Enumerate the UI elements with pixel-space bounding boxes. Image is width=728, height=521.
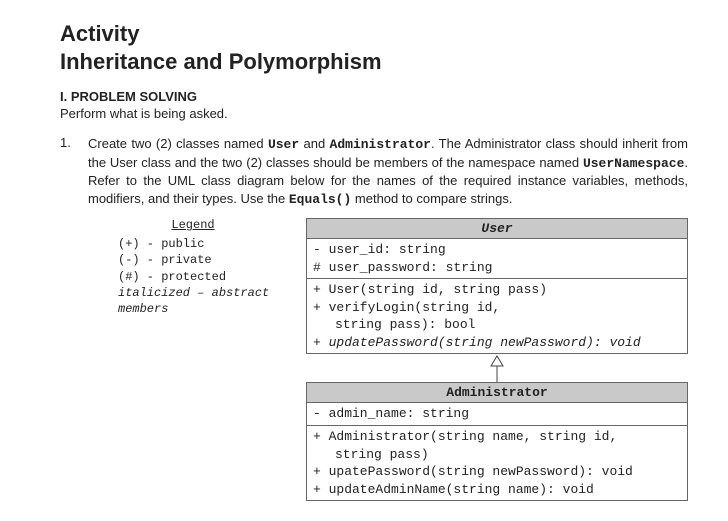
uml-column: User - user_id: string # user_password: … xyxy=(306,218,688,501)
uml-op: + User(string id, string pass) xyxy=(313,281,681,299)
text: method to compare strings. xyxy=(351,191,512,206)
problem-text: Create two (2) classes named User and Ad… xyxy=(88,135,688,208)
page-title-line2: Inheritance and Polymorphism xyxy=(60,48,688,76)
uml-operations: + User(string id, string pass) + verifyL… xyxy=(307,278,687,353)
uml-class-header: Administrator xyxy=(307,383,687,403)
arrow-icon xyxy=(487,354,507,382)
page-title-line1: Activity xyxy=(60,20,688,48)
problem-number: 1. xyxy=(60,135,78,208)
legend-line: (-) - private xyxy=(118,252,298,268)
legend-line: (#) - protected xyxy=(118,269,298,285)
uml-class-administrator: Administrator - admin_name: string + Adm… xyxy=(306,382,688,501)
legend: Legend (+) - public (-) - private (#) - … xyxy=(88,218,298,501)
uml-class-header: User xyxy=(307,219,687,239)
uml-op: + updateAdminName(string name): void xyxy=(313,481,681,499)
text: and xyxy=(299,136,329,151)
uml-op-abstract: + updatePassword(string newPassword): vo… xyxy=(313,334,681,352)
uml-op-cont: string pass) xyxy=(313,446,681,464)
uml-attr: - user_id: string xyxy=(313,241,681,259)
uml-class-user: User - user_id: string # user_password: … xyxy=(306,218,688,354)
problem-item: 1. Create two (2) classes named User and… xyxy=(60,135,688,208)
uml-op-cont: string pass): bool xyxy=(313,316,681,334)
uml-attributes: - user_id: string # user_password: strin… xyxy=(307,239,687,278)
uml-diagram-area: Legend (+) - public (-) - private (#) - … xyxy=(88,218,688,501)
legend-title: Legend xyxy=(88,218,298,232)
uml-attributes: - admin_name: string xyxy=(307,403,687,425)
section-subheading: Perform what is being asked. xyxy=(60,106,688,121)
uml-attr: - admin_name: string xyxy=(313,405,681,423)
text: Create two (2) classes named xyxy=(88,136,268,151)
legend-line: (+) - public xyxy=(118,236,298,252)
uml-attr: # user_password: string xyxy=(313,259,681,277)
keyword-equals: Equals() xyxy=(289,192,351,207)
keyword-namespace: UserNamespace xyxy=(583,156,684,171)
uml-operations: + Administrator(string name, string id, … xyxy=(307,425,687,500)
uml-op: + verifyLogin(string id, xyxy=(313,299,681,317)
keyword-user: User xyxy=(268,137,299,152)
legend-line: italicized – abstract members xyxy=(118,285,298,317)
keyword-administrator: Administrator xyxy=(330,137,431,152)
uml-op: + Administrator(string name, string id, xyxy=(313,428,681,446)
inheritance-arrow xyxy=(306,354,688,382)
section-heading: I. PROBLEM SOLVING xyxy=(60,89,688,104)
uml-op: + upatePassword(string newPassword): voi… xyxy=(313,463,681,481)
